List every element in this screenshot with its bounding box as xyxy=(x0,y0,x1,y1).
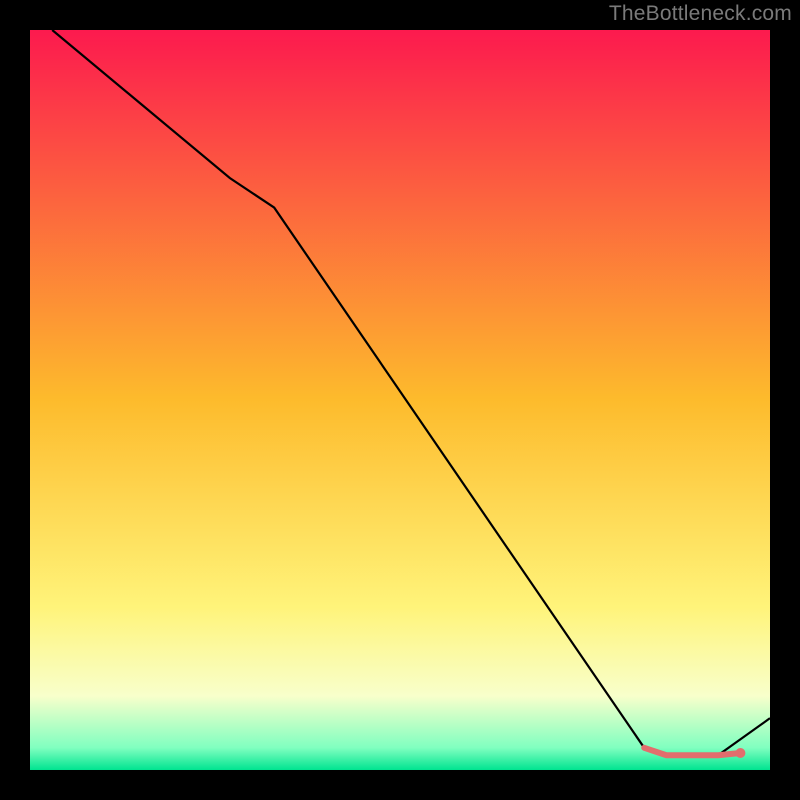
watermark-text: TheBottleneck.com xyxy=(609,2,792,26)
gradient-background xyxy=(30,30,770,770)
optimal-range-end-dot xyxy=(735,748,745,758)
plot-area xyxy=(30,30,770,770)
chart-frame: TheBottleneck.com xyxy=(0,0,800,800)
chart-svg xyxy=(30,30,770,770)
